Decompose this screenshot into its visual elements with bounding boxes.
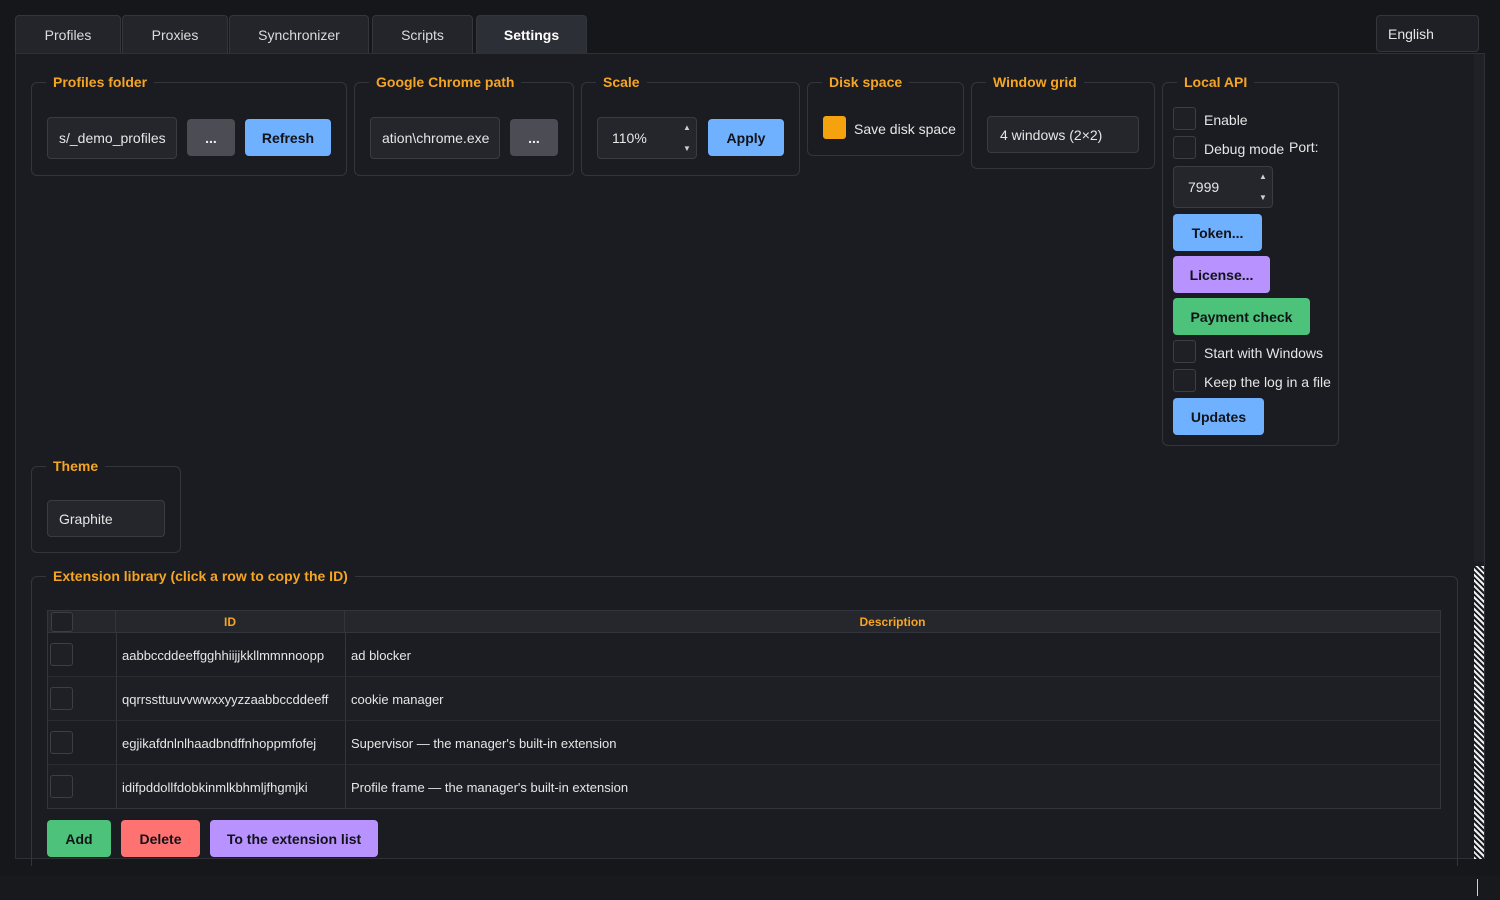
language-select[interactable]: English: [1376, 15, 1479, 52]
table-body: aabbccddeeffgghhiijjkkllmmnnoopp ad bloc…: [48, 633, 1440, 809]
profiles-folder-path-input[interactable]: s/_demo_profiles: [47, 117, 177, 159]
table-row[interactable]: idifpddollfdobkinmlkbhmljfhgmjki Profile…: [48, 765, 1440, 809]
scale-down-icon[interactable]: ▼: [681, 139, 693, 157]
keep-log-checkbox[interactable]: [1173, 369, 1196, 392]
table-row[interactable]: aabbccddeeffgghhiijjkkllmmnnoopp ad bloc…: [48, 633, 1440, 677]
license-button[interactable]: License...: [1173, 256, 1270, 293]
local-api-legend: Local API: [1177, 72, 1255, 92]
select-all-checkbox[interactable]: [51, 612, 73, 632]
table-header: ID Description: [48, 611, 1440, 633]
table-row[interactable]: qqrrssttuuvvwwxxyyzzaabbccddeeff cookie …: [48, 677, 1440, 721]
select-all-header: [48, 611, 116, 633]
row-id: qqrrssttuuvvwwxxyyzzaabbccddeeff: [122, 691, 329, 707]
row-description: ad blocker: [351, 647, 411, 663]
start-with-windows-checkbox[interactable]: [1173, 340, 1196, 363]
row-checkbox[interactable]: [50, 775, 73, 798]
row-description: Profile frame — the manager's built-in e…: [351, 779, 629, 795]
table-row[interactable]: egjikafdnlnlhaadbndffnhoppmfofej Supervi…: [48, 721, 1440, 765]
status-bar-grip: [1477, 879, 1478, 896]
tab-profiles[interactable]: Profiles: [15, 15, 121, 54]
row-checkbox[interactable]: [50, 731, 73, 754]
apply-button[interactable]: Apply: [708, 119, 784, 156]
row-id: idifpddollfdobkinmlkbhmljfhgmjki: [122, 779, 308, 795]
scrollbar-track-hatch: [1474, 566, 1484, 859]
scale-legend: Scale: [596, 72, 647, 92]
row-checkbox[interactable]: [50, 687, 73, 710]
row-id: egjikafdnlnlhaadbndffnhoppmfofej: [122, 735, 317, 751]
window-grid-select[interactable]: 4 windows (2×2): [987, 116, 1139, 153]
chrome-path-input[interactable]: ation\chrome.exe: [370, 117, 500, 159]
extension-library-legend: Extension library (click a row to copy t…: [46, 566, 355, 586]
port-up-icon[interactable]: ▲: [1257, 167, 1269, 185]
profiles-folder-browse-button[interactable]: ...: [187, 119, 235, 156]
description-column-header[interactable]: Description: [345, 611, 1440, 633]
delete-extension-button[interactable]: Delete: [121, 820, 200, 857]
token-button[interactable]: Token...: [1173, 214, 1262, 251]
keep-log-label: Keep the log in a file: [1204, 374, 1331, 390]
updates-button[interactable]: Updates: [1173, 398, 1264, 435]
id-column-header[interactable]: ID: [116, 611, 345, 633]
save-disk-space-label: Save disk space: [854, 121, 956, 137]
payment-check-button[interactable]: Payment check: [1173, 298, 1310, 335]
extension-table: ID Description aabbccddeeffgghhiijjkkllm…: [47, 610, 1441, 809]
enable-api-label: Enable: [1204, 112, 1248, 128]
start-with-windows-label: Start with Windows: [1204, 345, 1324, 361]
chrome-path-browse-button[interactable]: ...: [510, 119, 558, 156]
add-extension-button[interactable]: Add: [47, 820, 111, 857]
row-description: cookie manager: [351, 691, 444, 707]
window-grid-legend: Window grid: [986, 72, 1084, 92]
port-label: Port:: [1289, 139, 1319, 155]
refresh-button[interactable]: Refresh: [245, 119, 331, 156]
chrome-path-legend: Google Chrome path: [369, 72, 522, 92]
row-checkbox[interactable]: [50, 643, 73, 666]
status-bar: [0, 876, 1500, 900]
debug-mode-label: Debug mode: [1204, 141, 1285, 157]
tab-scripts[interactable]: Scripts: [372, 15, 473, 54]
enable-api-checkbox[interactable]: [1173, 107, 1196, 130]
tab-synchronizer[interactable]: Synchronizer: [229, 15, 369, 54]
row-description: Supervisor — the manager's built-in exte…: [351, 735, 617, 751]
tab-settings[interactable]: Settings: [476, 15, 587, 54]
row-id: aabbccddeeffgghhiijjkkllmmnnoopp: [122, 647, 325, 663]
theme-legend: Theme: [46, 456, 106, 476]
save-disk-space-checkbox[interactable]: [823, 116, 846, 139]
scale-up-icon[interactable]: ▲: [681, 118, 693, 136]
debug-mode-checkbox[interactable]: [1173, 136, 1196, 159]
port-down-icon[interactable]: ▼: [1257, 188, 1269, 206]
profiles-folder-legend: Profiles folder: [46, 72, 155, 92]
theme-select[interactable]: Graphite: [47, 500, 165, 537]
tab-proxies[interactable]: Proxies: [122, 15, 228, 54]
extension-list-button[interactable]: To the extension list: [210, 820, 378, 857]
disk-space-legend: Disk space: [822, 72, 910, 92]
scrollbar-thumb[interactable]: [1474, 54, 1484, 562]
